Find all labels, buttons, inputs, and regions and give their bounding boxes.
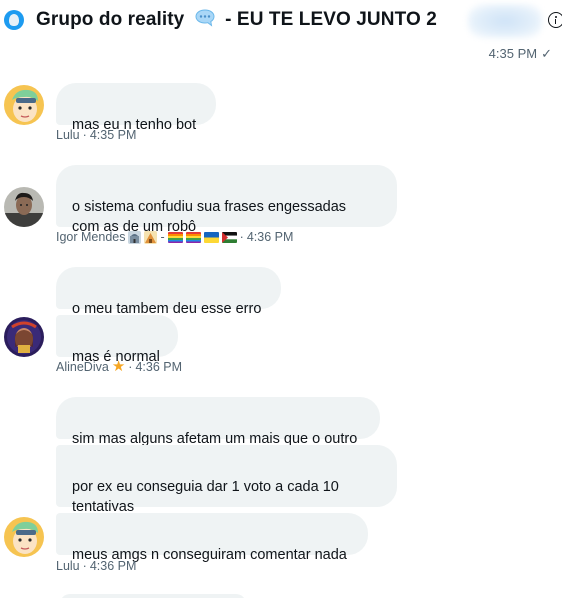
sender-name[interactable]: Lulu (56, 128, 80, 142)
message-meta: Igor Mendes - · 4:36 PM (56, 230, 293, 244)
name-separator: - (160, 230, 165, 244)
sender-name[interactable]: Igor Mendes (56, 230, 125, 244)
message-bubble[interactable]: o sistema confudiu sua frases engessadas… (56, 165, 397, 235)
avatar-alinediva[interactable] (4, 317, 44, 357)
message-time: 4:36 PM (89, 559, 137, 573)
message-bubble[interactable]: sim mas alguns afetam um mais que o outr… (56, 397, 380, 447)
sent-status: 4:35 PM ✓ (489, 46, 552, 62)
meta-dot: · (128, 360, 133, 374)
avatar-lulu[interactable] (4, 85, 44, 125)
water-drop-icon (9, 14, 19, 26)
blurred-region (468, 4, 542, 38)
message-meta: Lulu · 4:35 PM (56, 128, 136, 142)
message-time: 4:36 PM (246, 230, 294, 244)
title-suffix: - EU TE LEVO JUNTO 2 (225, 9, 437, 30)
message-bubble-partial[interactable] (60, 594, 246, 598)
conversation-title: Grupo do reality - EU TE LEVO JUNTO 2 (36, 8, 437, 34)
message-bubble[interactable]: por ex eu conseguia dar 1 voto a cada 10… (56, 445, 397, 515)
message-time: 4:36 PM (135, 360, 182, 374)
ukraine-flag-icon (203, 231, 219, 243)
palestine-flag-icon (221, 231, 237, 243)
message-bubble[interactable]: meus amgs n conseguiram comentar nada (56, 513, 368, 563)
message-meta: AlineDiva ★ · 4:36 PM (56, 358, 182, 375)
dm-conversation: Grupo do reality - EU TE LEVO JUNTO 2 4:… (0, 0, 562, 598)
rainbow-flag-icon (167, 231, 183, 243)
message-bubble[interactable]: mas eu n tenho bot (56, 83, 216, 133)
message-text: por ex eu conseguia dar 1 voto a cada 10… (72, 479, 339, 515)
message-time: 4:35 PM (89, 128, 137, 142)
meta-dot: · (82, 559, 87, 573)
message-bubble[interactable]: o meu tambem deu esse erro (56, 267, 281, 317)
group-avatar[interactable] (4, 10, 24, 30)
mosque-icon (128, 230, 142, 244)
message-bubble[interactable]: mas é normal (56, 315, 178, 365)
message-meta: Lulu · 4:36 PM (56, 559, 136, 573)
rainbow-flag-icon (185, 231, 201, 243)
sent-check-icon: ✓ (541, 46, 552, 61)
star-icon: ★ (111, 358, 126, 375)
speech-bubble-icon (194, 8, 216, 34)
info-icon[interactable] (548, 12, 562, 28)
sender-name[interactable]: AlineDiva (56, 360, 109, 374)
avatar-lulu[interactable] (4, 517, 44, 557)
conversation-header: Grupo do reality - EU TE LEVO JUNTO 2 (0, 0, 562, 40)
sender-name[interactable]: Lulu (56, 559, 80, 573)
meta-dot: · (239, 230, 244, 244)
temple-icon (144, 230, 158, 244)
meta-dot: · (82, 128, 87, 142)
avatar-igor-mendes[interactable] (4, 187, 44, 227)
sent-time: 4:35 PM (488, 46, 538, 61)
title-prefix: Grupo do reality (36, 9, 185, 30)
